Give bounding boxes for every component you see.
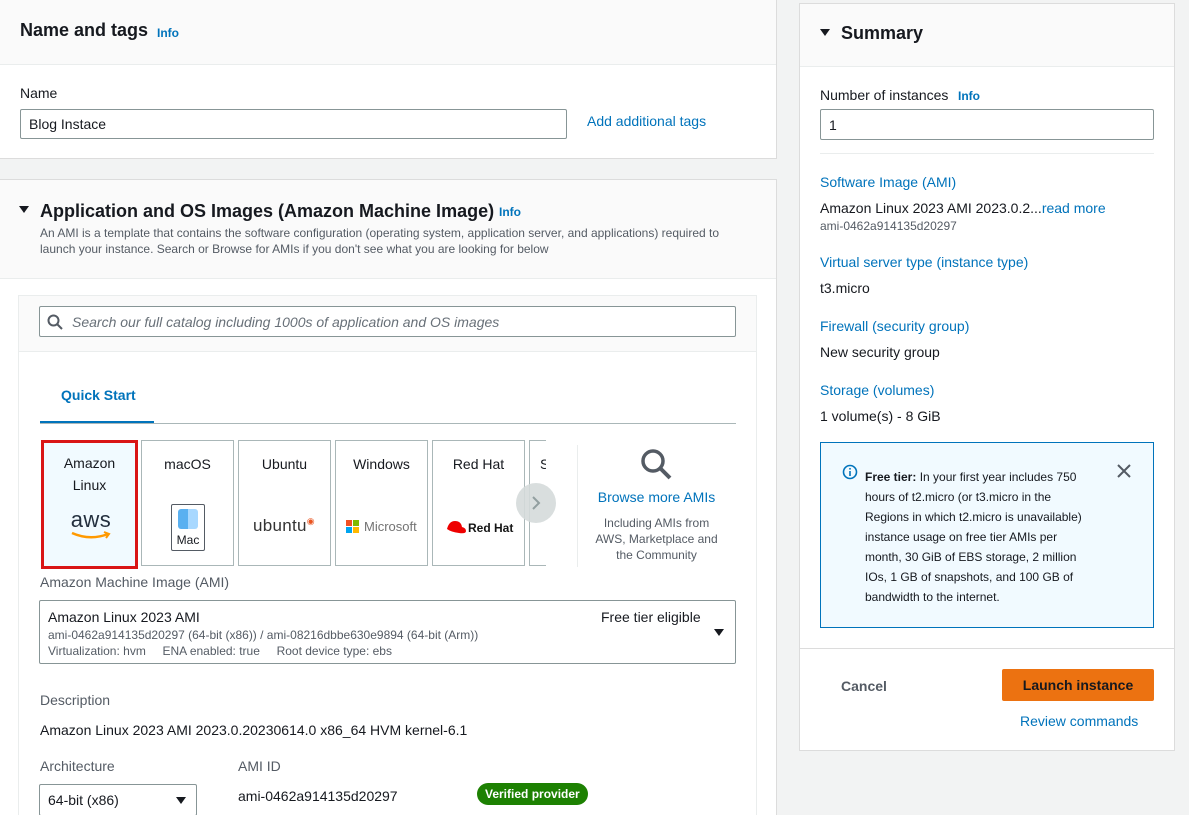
ami-select-name: Amazon Linux 2023 AMI: [48, 609, 200, 625]
add-tags-link[interactable]: Add additional tags: [587, 113, 706, 129]
free-tier-bold: Free tier:: [865, 470, 917, 484]
software-image-id: ami-0462a914135d20297: [820, 219, 957, 233]
ami-info-link[interactable]: Info: [499, 205, 521, 219]
free-tier-line-1: hours of t2.micro (or t3.micro in the: [865, 490, 1052, 504]
carousel-next-button[interactable]: [516, 483, 556, 523]
free-tier-line-6: bandwidth to the internet.: [865, 590, 1000, 604]
ami-tile-amazon-linux[interactable]: Amazon Linux aws: [41, 440, 138, 569]
browse-desc-3: the Community: [616, 548, 697, 562]
num-instances-label: Number of instances: [820, 87, 949, 103]
tab-quick-start[interactable]: Quick Start: [61, 387, 136, 403]
ami-select-details: Virtualization: hvm ENA enabled: true Ro…: [48, 644, 392, 658]
summary-title: Summary: [841, 23, 924, 43]
ami-description-line1: An AMI is a template that contains the s…: [40, 226, 720, 240]
tile-ubuntu-label: Ubuntu: [261, 456, 308, 472]
tile-amazon-linux-line1: Amazon: [63, 455, 116, 471]
summary-collapse-icon[interactable]: [820, 29, 830, 36]
name-tags-panel: Name and tags Info Name Blog Instace Add…: [0, 0, 777, 159]
firewall-value: New security group: [820, 344, 940, 360]
free-tier-line-2: Regions in which t2.micro is unavailable…: [865, 510, 1082, 524]
software-image-name: Amazon Linux 2023 AMI 2023.0.2...: [820, 200, 1042, 216]
server-type-value: t3.micro: [820, 280, 870, 296]
mac-logo-text: Mac: [176, 533, 200, 547]
ami-select-ids: ami-0462a914135d20297 (64-bit (x86)) / a…: [48, 628, 479, 642]
redhat-logo-icon: [447, 521, 466, 534]
ubuntu-logo-icon: ubuntu◉: [253, 516, 315, 535]
free-tier-line-3: instance usage on free tier AMIs per: [865, 530, 1058, 544]
chevron-right-icon: [532, 496, 541, 510]
ami-description-line2: launch your instance. Search or Browse f…: [40, 242, 549, 256]
architecture-label: Architecture: [40, 758, 115, 774]
tile-redhat-label: Red Hat: [452, 456, 505, 472]
server-type-link[interactable]: Virtual server type (instance type): [820, 254, 1028, 270]
name-tags-title: Name and tags: [20, 20, 149, 40]
ami-tile-macos[interactable]: macOS Mac: [141, 440, 234, 566]
name-input[interactable]: Blog Instace: [20, 109, 567, 139]
close-icon[interactable]: [1117, 464, 1131, 478]
ami-tile-redhat[interactable]: Red Hat Red Hat: [432, 440, 525, 566]
read-more-link[interactable]: read more: [1042, 200, 1106, 216]
tile-macos-label: macOS: [164, 456, 211, 472]
ami-search-input[interactable]: Search our full catalog including 1000s …: [39, 306, 736, 337]
browse-desc-2: AWS, Marketplace and: [595, 532, 718, 546]
description-value: Amazon Linux 2023 AMI 2023.0.20230614.0 …: [40, 722, 468, 738]
summary-divider-2: [800, 648, 1174, 649]
ami-tile-windows[interactable]: Windows Microsoft: [335, 440, 428, 566]
microsoft-logo-icon: [346, 520, 360, 534]
name-label: Name: [20, 85, 58, 101]
ami-id-label: AMI ID: [238, 758, 281, 774]
browse-divider: [577, 445, 578, 567]
ami-select-label: Amazon Machine Image (AMI): [40, 574, 230, 590]
free-tier-line-5: IOs, 1 GB of snapshots, and 100 GB of: [865, 570, 1074, 584]
architecture-value: 64-bit (x86): [48, 792, 119, 808]
tile-amazon-linux-line2: Linux: [72, 477, 107, 493]
verified-provider-badge: Verified provider: [477, 783, 588, 805]
firewall-link[interactable]: Firewall (security group): [820, 318, 969, 334]
free-tier-eligible-badge: Free tier eligible: [601, 609, 701, 625]
mac-logo-icon: Mac: [171, 504, 205, 551]
summary-divider-1: [820, 153, 1154, 154]
free-tier-line-0: In your first year includes 750: [919, 470, 1077, 484]
search-icon: [47, 314, 63, 330]
num-instances-info-link[interactable]: Info: [958, 89, 980, 103]
launch-instance-button[interactable]: Launch instance: [1002, 669, 1154, 701]
tile-windows-label: Windows: [353, 456, 410, 472]
ami-tile-ubuntu[interactable]: Ubuntu ubuntu◉: [238, 440, 331, 566]
browse-desc-1: Including AMIs from: [603, 516, 710, 530]
redhat-logo-text: Red Hat: [468, 521, 514, 535]
num-instances-input[interactable]: 1: [820, 109, 1154, 140]
ubuntu-logo-text: ubuntu: [253, 516, 307, 535]
review-commands-link[interactable]: Review commands: [1020, 713, 1138, 729]
ami-select[interactable]: Amazon Linux 2023 AMI Free tier eligible…: [39, 600, 736, 664]
architecture-caret-icon: [176, 797, 186, 804]
free-tier-line-4: month, 30 GiB of EBS storage, 2 million: [865, 550, 1077, 564]
ami-search-placeholder: Search our full catalog including 1000s …: [72, 313, 500, 330]
aws-logo-icon: aws: [70, 509, 112, 541]
browse-more-amis-link[interactable]: Browse more AMIs: [580, 489, 733, 505]
software-image-link[interactable]: Software Image (AMI): [820, 174, 956, 190]
name-tags-info-link[interactable]: Info: [157, 26, 179, 40]
free-tier-alert: Free tier: In your first year includes 7…: [820, 442, 1154, 628]
collapse-triangle-icon[interactable]: [19, 206, 29, 213]
software-image-value: Amazon Linux 2023 AMI 2023.0.2...read mo…: [820, 200, 1106, 216]
storage-link[interactable]: Storage (volumes): [820, 382, 934, 398]
free-tier-text: Free tier: In your first year includes 7…: [865, 467, 1105, 607]
ami-id-value: ami-0462a914135d20297: [238, 788, 398, 804]
ami-title: Application and OS Images (Amazon Machin…: [40, 201, 495, 221]
cancel-button[interactable]: Cancel: [841, 678, 887, 694]
storage-value: 1 volume(s) - 8 GiB: [820, 408, 941, 424]
architecture-select[interactable]: 64-bit (x86): [39, 784, 197, 815]
dropdown-caret-icon: [714, 629, 724, 636]
info-circle-icon: [842, 464, 858, 480]
description-label: Description: [40, 692, 111, 708]
tab-divider: [40, 423, 736, 424]
microsoft-logo-text: Microsoft: [364, 519, 417, 534]
magnifier-icon: [641, 449, 672, 480]
tile-partial-label: S: [530, 453, 546, 475]
